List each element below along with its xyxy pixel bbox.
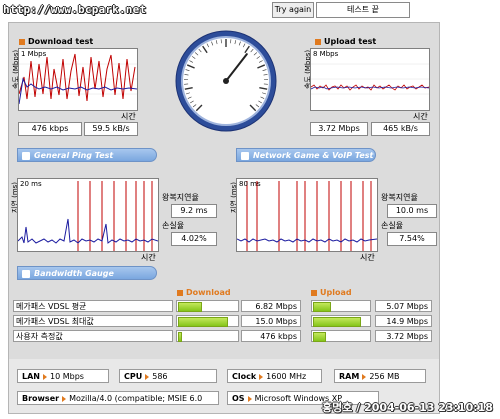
speed-test-window: http://www.bcpark.net Try again 테스트 끝 Do… (0, 0, 500, 419)
upload-time-label: 시간 (413, 112, 428, 121)
download-column-header: Download (177, 288, 231, 297)
download-bar-track (176, 315, 239, 327)
ram-info: RAM 256 MB (334, 369, 426, 383)
upload-mbps-value: 3.72 Mbps (310, 122, 368, 136)
voip-time-label: 시간 (360, 253, 375, 262)
bullet-icon (19, 38, 25, 45)
ping-loss-label: 손실율 (162, 221, 185, 230)
upload-bar-value: 5.07 Mbps (375, 300, 432, 312)
ping-latency-label: 왕복지연율 (162, 193, 199, 202)
upload-bar-fill (313, 332, 326, 342)
general-ping-chart: 20 ms (17, 178, 159, 252)
download-chart: 1 Mbps (18, 48, 138, 111)
upload-bar-track (311, 315, 371, 327)
upload-chart: 8 Mbps (310, 48, 430, 111)
download-chart-svg (18, 53, 138, 105)
timestamp-watermark: 홍명호 / 2004-06-13 23:10:18 (322, 401, 493, 414)
try-again-button[interactable]: Try again (272, 2, 314, 18)
download-bar-track (176, 300, 239, 312)
bullet-icon (311, 289, 317, 296)
download-kBs-value: 59.5 kB/s (84, 122, 138, 136)
download-bar-fill (178, 332, 182, 342)
upload-kBs-value: 465 kB/s (371, 122, 430, 136)
arrow-icon (42, 373, 47, 380)
ping-time-label: 시간 (141, 253, 156, 262)
ping-loss-value: 4.02% (171, 232, 217, 246)
game-voip-test-title: Network Game & VoIP Test (236, 148, 376, 162)
speed-gauge (174, 29, 278, 133)
bullet-icon (177, 289, 183, 296)
upload-bar-value: 3.72 Mbps (375, 330, 432, 342)
bandwidth-row-label: 메가패스 VDSL 최대값 (13, 315, 173, 327)
arrow-icon (241, 152, 249, 160)
upload-top-tick: 8 Mbps (313, 50, 339, 58)
download-bar-track (176, 330, 239, 342)
game-voip-chart: 80 ms (236, 178, 378, 252)
arrow-icon (362, 373, 367, 380)
upload-column-header: Upload (311, 288, 352, 297)
upload-chart-svg (310, 63, 430, 95)
upload-bar-track (311, 330, 371, 342)
download-test-title: Download test (28, 37, 94, 46)
download-bar-value: 15.0 Mbps (241, 315, 301, 327)
browser-info: Browser Mozilla/4.0 (compatible; MSIE 6.0 (17, 391, 219, 405)
general-ping-test-title: General Ping Test (17, 148, 157, 162)
gauge-dial (175, 30, 277, 132)
bullet-icon (315, 38, 321, 45)
general-ping-chart-svg (17, 181, 159, 251)
lan-info: LAN 10 Mbps (17, 369, 109, 383)
ping-latency-value: 9.2 ms (171, 204, 217, 218)
site-url: http://www.bcpark.net (3, 3, 147, 16)
download-top-tick: 1 Mbps (21, 50, 47, 58)
download-bar-value: 6.82 Mbps (241, 300, 301, 312)
download-time-label: 시간 (121, 112, 136, 121)
voip-latency-value: 10.0 ms (387, 204, 437, 218)
upload-bar-fill (313, 317, 361, 327)
upload-bar-track (311, 300, 371, 312)
top-bar: http://www.bcpark.net Try again 테스트 끝 (0, 0, 500, 22)
arrow-icon (247, 395, 252, 402)
upload-bar-fill (313, 302, 331, 312)
arrow-icon (22, 270, 30, 278)
arrow-icon (259, 373, 264, 380)
download-kbps-value: 476 kbps (18, 122, 82, 136)
ping-top-tick: 20 ms (20, 180, 42, 188)
upload-test-header: Upload test (315, 37, 376, 46)
test-panel: Download test 속도 (Mbps) 1 Mbps 시간 476 kb… (8, 22, 440, 414)
voip-series-blue (236, 238, 378, 243)
voip-loss-value: 7.54% (387, 232, 437, 246)
arrow-icon (22, 152, 30, 160)
voip-latency-label: 왕복지연율 (381, 193, 418, 202)
upload-bar-value: 14.9 Mbps (375, 315, 432, 327)
bandwidth-gauge-title: Bandwidth Gauge (17, 266, 157, 280)
download-bar-value: 476 kbps (241, 330, 301, 342)
bandwidth-row-label: 사용자 측정값 (13, 330, 173, 342)
download-bar-fill (178, 302, 202, 312)
arrow-icon (145, 373, 150, 380)
download-bar-fill (178, 317, 228, 327)
bandwidth-row-label: 메가패스 VDSL 평균 (13, 300, 173, 312)
arrow-icon (62, 395, 67, 402)
end-test-button[interactable]: 테스트 끝 (316, 2, 410, 18)
upload-test-title: Upload test (324, 37, 377, 46)
cpu-info: CPU 586 (119, 369, 217, 383)
voip-loss-label: 손실율 (381, 221, 404, 230)
download-test-header: Download test (19, 37, 93, 46)
clock-info: Clock 1600 MHz (227, 369, 322, 383)
ping-series-blue (17, 218, 159, 244)
game-voip-chart-svg (236, 181, 378, 251)
voip-top-tick: 80 ms (239, 180, 261, 188)
